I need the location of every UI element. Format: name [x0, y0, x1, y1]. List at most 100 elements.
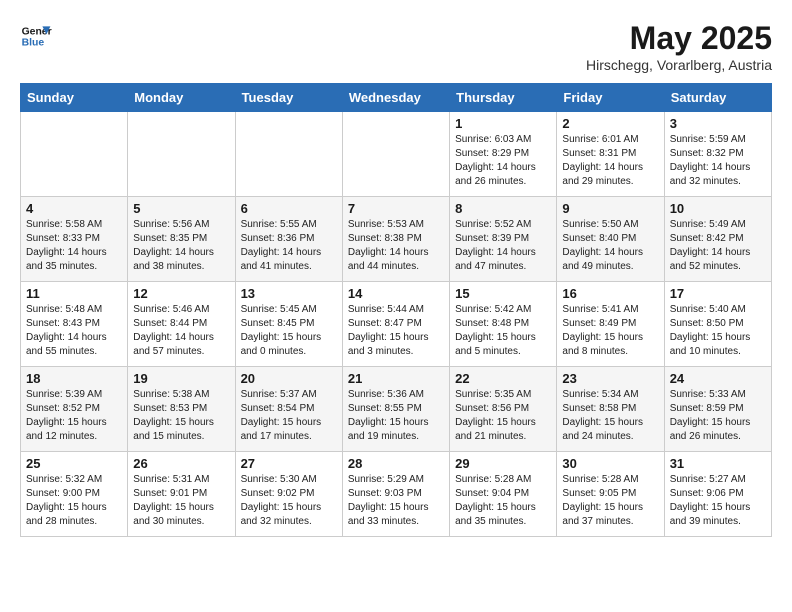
- calendar-cell: 14Sunrise: 5:44 AM Sunset: 8:47 PM Dayli…: [342, 282, 449, 367]
- day-info: Sunrise: 5:58 AM Sunset: 8:33 PM Dayligh…: [26, 218, 122, 274]
- day-info: Sunrise: 5:56 AM Sunset: 8:35 PM Dayligh…: [133, 218, 229, 274]
- day-info: Sunrise: 5:32 AM Sunset: 9:00 PM Dayligh…: [26, 473, 122, 529]
- day-number: 18: [26, 371, 122, 386]
- calendar-cell: 19Sunrise: 5:38 AM Sunset: 8:53 PM Dayli…: [128, 367, 235, 452]
- day-number: 25: [26, 456, 122, 471]
- day-info: Sunrise: 5:31 AM Sunset: 9:01 PM Dayligh…: [133, 473, 229, 529]
- day-number: 9: [562, 201, 658, 216]
- calendar-cell: [21, 112, 128, 197]
- weekday-header-sunday: Sunday: [21, 84, 128, 112]
- weekday-header-tuesday: Tuesday: [235, 84, 342, 112]
- calendar-week-row: 25 Sunrise: 5:32 AM Sunset: 9:00 PM Dayli…: [21, 452, 772, 537]
- day-info: Sunrise: 5:29 AM Sunset: 9:03 PM Dayligh…: [348, 473, 444, 529]
- day-info: Sunrise: 5:48 AM Sunset: 8:43 PM Dayligh…: [26, 303, 122, 359]
- day-info: Sunrise: 5:52 AM Sunset: 8:39 PM Dayligh…: [455, 218, 551, 274]
- calendar-cell: 10 Sunrise: 5:49 AM Sunset: 8:42 PM Dayli…: [664, 197, 771, 282]
- day-info: Sunrise: 6:03 AM Sunset: 8:29 PM Dayligh…: [455, 133, 551, 189]
- day-info: Sunrise: 5:38 AM Sunset: 8:53 PM Dayligh…: [133, 388, 229, 444]
- calendar-cell: 8 Sunrise: 5:52 AM Sunset: 8:39 PM Daylig…: [450, 197, 557, 282]
- day-number: 2: [562, 116, 658, 131]
- calendar-cell: 9Sunrise: 5:50 AM Sunset: 8:40 PM Daylig…: [557, 197, 664, 282]
- day-info: Sunrise: 5:49 AM Sunset: 8:42 PM Dayligh…: [670, 218, 766, 274]
- logo-icon: General Blue: [20, 20, 52, 52]
- day-info: Sunrise: 5:53 AM Sunset: 8:38 PM Dayligh…: [348, 218, 444, 274]
- location-subtitle: Hirschegg, Vorarlberg, Austria: [586, 57, 772, 73]
- weekday-header-monday: Monday: [128, 84, 235, 112]
- day-info: Sunrise: 5:55 AM Sunset: 8:36 PM Dayligh…: [241, 218, 337, 274]
- calendar-cell: 20 Sunrise: 5:37 AM Sunset: 8:54 PM Dayli…: [235, 367, 342, 452]
- day-info: Sunrise: 6:01 AM Sunset: 8:31 PM Dayligh…: [562, 133, 658, 189]
- calendar-table: SundayMondayTuesdayWednesdayThursdayFrid…: [20, 83, 772, 537]
- day-number: 23: [562, 371, 658, 386]
- day-info: Sunrise: 5:36 AM Sunset: 8:55 PM Dayligh…: [348, 388, 444, 444]
- calendar-cell: 4 Sunrise: 5:58 AM Sunset: 8:33 PM Daylig…: [21, 197, 128, 282]
- day-number: 27: [241, 456, 337, 471]
- day-info: Sunrise: 5:42 AM Sunset: 8:48 PM Dayligh…: [455, 303, 551, 359]
- day-number: 4: [26, 201, 122, 216]
- calendar-cell: 7 Sunrise: 5:53 AM Sunset: 8:38 PM Daylig…: [342, 197, 449, 282]
- day-number: 30: [562, 456, 658, 471]
- day-number: 7: [348, 201, 444, 216]
- day-info: Sunrise: 5:33 AM Sunset: 8:59 PM Dayligh…: [670, 388, 766, 444]
- day-number: 21: [348, 371, 444, 386]
- day-number: 20: [241, 371, 337, 386]
- calendar-cell: [235, 112, 342, 197]
- day-number: 29: [455, 456, 551, 471]
- svg-text:Blue: Blue: [22, 38, 45, 49]
- calendar-cell: 28 Sunrise: 5:29 AM Sunset: 9:03 PM Dayli…: [342, 452, 449, 537]
- calendar-cell: 3 Sunrise: 5:59 AM Sunset: 8:32 PM Daylig…: [664, 112, 771, 197]
- weekday-header-friday: Friday: [557, 84, 664, 112]
- weekday-header-saturday: Saturday: [664, 84, 771, 112]
- calendar-cell: 23Sunrise: 5:34 AM Sunset: 8:58 PM Dayli…: [557, 367, 664, 452]
- calendar-cell: 2 Sunrise: 6:01 AM Sunset: 8:31 PM Daylig…: [557, 112, 664, 197]
- day-info: Sunrise: 5:59 AM Sunset: 8:32 PM Dayligh…: [670, 133, 766, 189]
- day-info: Sunrise: 5:41 AM Sunset: 8:49 PM Dayligh…: [562, 303, 658, 359]
- calendar-cell: 16 Sunrise: 5:41 AM Sunset: 8:49 PM Dayli…: [557, 282, 664, 367]
- day-number: 10: [670, 201, 766, 216]
- day-info: Sunrise: 5:46 AM Sunset: 8:44 PM Dayligh…: [133, 303, 229, 359]
- day-info: Sunrise: 5:39 AM Sunset: 8:52 PM Dayligh…: [26, 388, 122, 444]
- calendar-cell: 12 Sunrise: 5:46 AM Sunset: 8:44 PM Dayli…: [128, 282, 235, 367]
- calendar-cell: 5 Sunrise: 5:56 AM Sunset: 8:35 PM Daylig…: [128, 197, 235, 282]
- calendar-cell: 18 Sunrise: 5:39 AM Sunset: 8:52 PM Dayli…: [21, 367, 128, 452]
- weekday-header-wednesday: Wednesday: [342, 84, 449, 112]
- calendar-week-row: 4 Sunrise: 5:58 AM Sunset: 8:33 PM Daylig…: [21, 197, 772, 282]
- day-number: 11: [26, 286, 122, 301]
- day-info: Sunrise: 5:44 AM Sunset: 8:47 PM Dayligh…: [348, 303, 444, 359]
- page-header: General Blue May 2025 Hirschegg, Vorarlb…: [20, 20, 772, 73]
- weekday-header-row: SundayMondayTuesdayWednesdayThursdayFrid…: [21, 84, 772, 112]
- day-info: Sunrise: 5:28 AM Sunset: 9:04 PM Dayligh…: [455, 473, 551, 529]
- day-info: Sunrise: 5:27 AM Sunset: 9:06 PM Dayligh…: [670, 473, 766, 529]
- day-number: 8: [455, 201, 551, 216]
- calendar-week-row: 11 Sunrise: 5:48 AM Sunset: 8:43 PM Dayli…: [21, 282, 772, 367]
- title-block: May 2025 Hirschegg, Vorarlberg, Austria: [586, 20, 772, 73]
- day-number: 6: [241, 201, 337, 216]
- calendar-cell: 13 Sunrise: 5:45 AM Sunset: 8:45 PM Dayli…: [235, 282, 342, 367]
- day-number: 13: [241, 286, 337, 301]
- weekday-header-thursday: Thursday: [450, 84, 557, 112]
- calendar-cell: 11 Sunrise: 5:48 AM Sunset: 8:43 PM Dayli…: [21, 282, 128, 367]
- day-info: Sunrise: 5:45 AM Sunset: 8:45 PM Dayligh…: [241, 303, 337, 359]
- day-info: Sunrise: 5:35 AM Sunset: 8:56 PM Dayligh…: [455, 388, 551, 444]
- day-number: 12: [133, 286, 229, 301]
- day-number: 16: [562, 286, 658, 301]
- day-info: Sunrise: 5:40 AM Sunset: 8:50 PM Dayligh…: [670, 303, 766, 359]
- calendar-cell: 15 Sunrise: 5:42 AM Sunset: 8:48 PM Dayli…: [450, 282, 557, 367]
- calendar-cell: 21 Sunrise: 5:36 AM Sunset: 8:55 PM Dayli…: [342, 367, 449, 452]
- calendar-cell: 25 Sunrise: 5:32 AM Sunset: 9:00 PM Dayli…: [21, 452, 128, 537]
- day-number: 28: [348, 456, 444, 471]
- calendar-cell: 1Sunrise: 6:03 AM Sunset: 8:29 PM Daylig…: [450, 112, 557, 197]
- calendar-cell: 17Sunrise: 5:40 AM Sunset: 8:50 PM Dayli…: [664, 282, 771, 367]
- calendar-cell: 26Sunrise: 5:31 AM Sunset: 9:01 PM Dayli…: [128, 452, 235, 537]
- day-info: Sunrise: 5:28 AM Sunset: 9:05 PM Dayligh…: [562, 473, 658, 529]
- day-number: 3: [670, 116, 766, 131]
- calendar-cell: 6 Sunrise: 5:55 AM Sunset: 8:36 PM Daylig…: [235, 197, 342, 282]
- day-number: 15: [455, 286, 551, 301]
- day-number: 5: [133, 201, 229, 216]
- calendar-cell: [342, 112, 449, 197]
- day-info: Sunrise: 5:30 AM Sunset: 9:02 PM Dayligh…: [241, 473, 337, 529]
- day-info: Sunrise: 5:37 AM Sunset: 8:54 PM Dayligh…: [241, 388, 337, 444]
- calendar-cell: 27 Sunrise: 5:30 AM Sunset: 9:02 PM Dayli…: [235, 452, 342, 537]
- calendar-cell: 30 Sunrise: 5:28 AM Sunset: 9:05 PM Dayli…: [557, 452, 664, 537]
- calendar-cell: [128, 112, 235, 197]
